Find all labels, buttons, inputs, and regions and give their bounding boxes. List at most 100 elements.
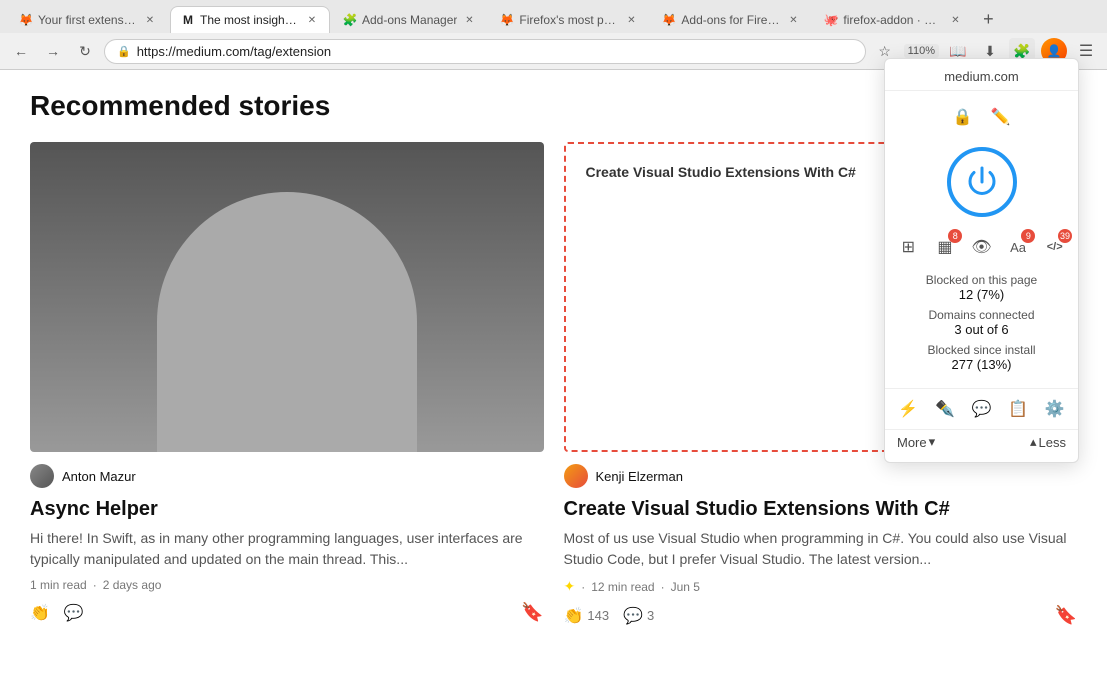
zoom-level: 110%: [904, 44, 939, 58]
story-1-save-button[interactable]: 🔖: [521, 602, 543, 623]
popup-lock-icon-btn[interactable]: 🔒: [947, 101, 979, 133]
tab-5-favicon: 🦊: [662, 13, 676, 27]
story-1-comment-button[interactable]: 💬: [64, 603, 84, 623]
story-2-meta-dot2: ·: [661, 580, 665, 594]
font-badge: 9: [1021, 229, 1035, 243]
reload-button[interactable]: ↻: [72, 38, 98, 64]
story-1-clap-button[interactable]: 👏: [30, 603, 50, 623]
story-image-1: [30, 142, 544, 452]
story-2-clap-button[interactable]: 👏 143: [564, 606, 610, 626]
tab-6-close[interactable]: ✕: [948, 13, 962, 27]
story-2-read-time: 12 min read: [591, 580, 654, 594]
tab-6[interactable]: 🐙 firefox-addon · GitHub Topics ✕: [813, 6, 973, 33]
popup-footer: More ▾ ▴ Less: [885, 429, 1078, 454]
story-image-bg-1: [30, 142, 544, 452]
popup-layers-btn[interactable]: ⊞: [893, 231, 924, 263]
tab-5-close[interactable]: ✕: [786, 13, 800, 27]
story-2-date: Jun 5: [671, 580, 700, 594]
tab-3-favicon: 🧩: [343, 13, 357, 27]
story-2-clap-count: 143: [587, 608, 609, 623]
popup-domain: medium.com: [885, 59, 1078, 91]
extension-popup: medium.com 🔒 ✏️ ⊞ ▦ 8 👁 Aa: [884, 58, 1079, 463]
tab-2-close[interactable]: ✕: [305, 13, 319, 27]
stat-blocked-page: Blocked on this page 12 (7%): [897, 273, 1066, 302]
more-label: More: [897, 435, 927, 450]
tab-1-favicon: 🦊: [19, 13, 33, 27]
story-2-title[interactable]: Create Visual Studio Extensions With C#: [564, 496, 1078, 522]
story-1-meta: 1 min read · 2 days ago: [30, 578, 544, 592]
tab-3-close[interactable]: ✕: [462, 13, 476, 27]
arch-decoration: [157, 192, 417, 452]
story-2-actions-left: 👏 143 💬 3: [564, 606, 655, 626]
code-badge: 39: [1058, 229, 1072, 243]
tab-3-title: Add-ons Manager: [362, 13, 457, 27]
story-1-actions-left: 👏 💬: [30, 603, 84, 623]
story-1-author-avatar: [30, 464, 54, 488]
url-bar[interactable]: 🔒 https://medium.com/tag/extension: [104, 39, 866, 64]
stat-blocked-page-label: Blocked on this page: [926, 273, 1037, 287]
popup-pen-icon-btn[interactable]: ✏️: [985, 101, 1017, 133]
story-1-title[interactable]: Async Helper: [30, 496, 544, 522]
story-card-1: Anton Mazur Async Helper Hi there! In Sw…: [30, 142, 544, 626]
tab-bar: 🦊 Your first extension - Mozilla | ✕ M T…: [0, 0, 1107, 33]
story-2-save-button[interactable]: 🔖: [1055, 605, 1077, 626]
clap-icon: 👏: [30, 603, 50, 623]
tab-2-favicon: M: [181, 13, 195, 27]
story-2-author-row: Kenji Elzerman: [564, 464, 1078, 488]
popup-list-btn[interactable]: 📋: [1003, 393, 1034, 425]
url-text: https://medium.com/tag/extension: [137, 44, 853, 59]
layers-icon: ⊞: [902, 237, 915, 257]
tab-5[interactable]: 🦊 Add-ons for Firefox (en-US) ✕: [651, 6, 811, 33]
story-2-excerpt: Most of us use Visual Studio when progra…: [564, 528, 1078, 570]
tab-1-close[interactable]: ✕: [143, 13, 157, 27]
popup-top-icons: 🔒 ✏️: [885, 97, 1078, 137]
tab-4-title: Firefox's most popular and inn...: [519, 13, 619, 27]
story-1-excerpt: Hi there! In Swift, as in many other pro…: [30, 528, 544, 570]
tab-6-favicon: 🐙: [824, 13, 838, 27]
clap-icon-2: 👏: [564, 606, 584, 626]
popup-mid-icons: ⊞ ▦ 8 👁 Aa 9 </> 39: [885, 227, 1078, 267]
tab-4-close[interactable]: ✕: [624, 13, 638, 27]
less-label: Less: [1039, 435, 1066, 450]
tab-5-title: Add-ons for Firefox (en-US): [681, 13, 781, 27]
tab-1-title: Your first extension - Mozilla |: [38, 13, 138, 27]
story-1-meta-dot: ·: [93, 578, 97, 592]
popup-more-button[interactable]: More ▾: [897, 434, 935, 450]
back-button[interactable]: ←: [8, 38, 34, 64]
story-2-author-avatar: [564, 464, 588, 488]
chevron-up-icon: ▴: [1030, 434, 1037, 450]
tab-6-title: firefox-addon · GitHub Topics: [843, 13, 943, 27]
story-1-date: 2 days ago: [103, 578, 162, 592]
chevron-down-icon: ▾: [929, 434, 936, 450]
tab-2[interactable]: M The most insightful stories ab... ✕: [170, 6, 330, 33]
lock-icon: 🔒: [117, 45, 131, 58]
tab-4[interactable]: 🦊 Firefox's most popular and inn... ✕: [489, 6, 649, 33]
stat-since-install: Blocked since install 277 (13%): [897, 343, 1066, 372]
popup-pencil-btn[interactable]: ✒️: [930, 393, 961, 425]
eye-icon: 👁: [971, 237, 991, 257]
stat-blocked-page-value: 12 (7%): [959, 287, 1005, 302]
tab-3[interactable]: 🧩 Add-ons Manager ✕: [332, 6, 487, 33]
popup-power-area: [885, 147, 1078, 217]
story-2-meta: ✦ · 12 min read · Jun 5: [564, 578, 1078, 595]
tab-1[interactable]: 🦊 Your first extension - Mozilla | ✕: [8, 6, 168, 33]
popup-grid-btn[interactable]: ▦ 8: [930, 231, 961, 263]
story-2-author-name: Kenji Elzerman: [596, 469, 683, 484]
story-1-author-row: Anton Mazur: [30, 464, 544, 488]
power-button[interactable]: [947, 147, 1017, 217]
story-1-author-name: Anton Mazur: [62, 469, 136, 484]
popup-code-btn[interactable]: </> 39: [1039, 231, 1070, 263]
popup-font-btn[interactable]: Aa 9: [1003, 231, 1034, 263]
popup-gear-btn[interactable]: ⚙️: [1039, 393, 1070, 425]
new-tab-button[interactable]: +: [975, 7, 1001, 33]
stat-domains-value: 3 out of 6: [954, 322, 1008, 337]
stat-since-install-value: 277 (13%): [952, 357, 1012, 372]
power-icon: [964, 164, 1000, 200]
pen-icon: ✏️: [991, 107, 1011, 127]
popup-eye-btn[interactable]: 👁: [966, 231, 997, 263]
story-2-comment-button[interactable]: 💬 3: [623, 606, 654, 626]
popup-less-button[interactable]: ▴ Less: [1030, 434, 1066, 450]
popup-chat-btn[interactable]: 💬: [966, 393, 997, 425]
popup-lightning-btn[interactable]: ⚡: [893, 393, 924, 425]
forward-button[interactable]: →: [40, 38, 66, 64]
